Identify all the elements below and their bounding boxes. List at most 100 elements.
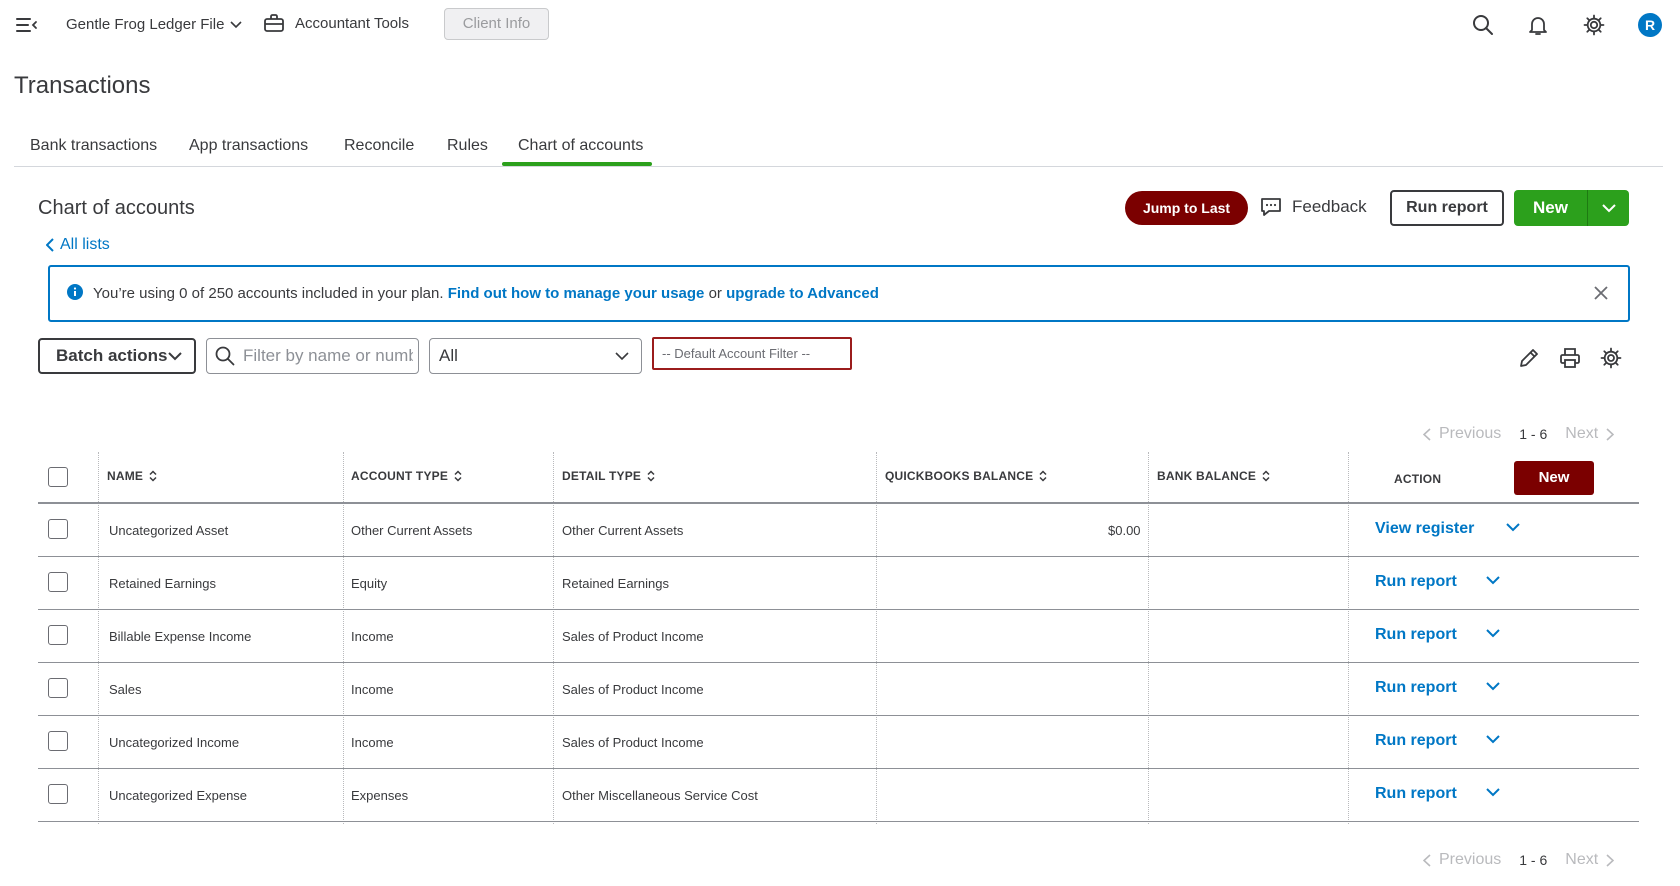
cell-account-type: Other Current Assets	[351, 523, 473, 538]
active-tab-indicator	[502, 162, 652, 166]
row-checkbox[interactable]	[48, 572, 68, 592]
all-lists-label: All lists	[60, 236, 110, 253]
table-header: NAME ACCOUNT TYPE DETAIL TYPE QUICKBOOKS…	[38, 452, 1639, 504]
cell-name: Uncategorized Expense	[109, 788, 248, 803]
tab-bar: Bank transactions App transactions Recon…	[14, 127, 1663, 167]
run-report-link[interactable]: Run report	[1375, 626, 1457, 644]
column-header-name[interactable]: NAME	[107, 469, 157, 483]
chevron-down-icon[interactable]	[1486, 629, 1500, 638]
batch-actions-dropdown[interactable]: Batch actions	[38, 338, 196, 374]
column-header-account-type[interactable]: ACCOUNT TYPE	[351, 469, 462, 483]
upgrade-advanced-link[interactable]: upgrade to Advanced	[726, 285, 879, 302]
run-report-link[interactable]: Run report	[1375, 573, 1457, 591]
previous-page-button[interactable]: Previous	[1439, 851, 1501, 869]
table-new-button[interactable]: New	[1514, 461, 1594, 495]
next-page-button[interactable]: Next	[1565, 851, 1598, 869]
column-header-qb-balance[interactable]: QUICKBOOKS BALANCE	[885, 469, 1047, 483]
run-report-link[interactable]: Run report	[1375, 732, 1457, 750]
avatar[interactable]: R	[1638, 13, 1662, 37]
briefcase-icon	[263, 13, 285, 33]
filter-name-input[interactable]	[243, 346, 413, 366]
jump-to-last-button[interactable]: Jump to Last	[1125, 191, 1248, 225]
cell-name: Uncategorized Asset	[109, 523, 229, 538]
run-report-link[interactable]: Run report	[1375, 679, 1457, 697]
table-row: Uncategorized Income Income Sales of Pro…	[38, 716, 1639, 769]
company-name: Gentle Frog Ledger File	[66, 16, 225, 33]
row-checkbox[interactable]	[48, 784, 68, 804]
next-page-button[interactable]: Next	[1565, 425, 1598, 443]
section-title: Chart of accounts	[38, 197, 195, 219]
print-icon[interactable]	[1557, 345, 1583, 371]
previous-page-button[interactable]: Previous	[1439, 425, 1501, 443]
cell-detail-type: Sales of Product Income	[562, 682, 704, 697]
manage-usage-link[interactable]: Find out how to manage your usage	[448, 285, 705, 302]
column-header-qb-balance-label: QUICKBOOKS BALANCE	[885, 469, 1034, 483]
new-button[interactable]: New	[1514, 190, 1587, 226]
menu-toggle-icon[interactable]	[16, 16, 38, 34]
chevron-right-icon	[1606, 853, 1615, 867]
cell-account-type: Expenses	[351, 788, 409, 803]
company-switcher[interactable]: Gentle Frog Ledger File	[66, 16, 242, 33]
cell-detail-type: Sales of Product Income	[562, 629, 704, 644]
run-report-link[interactable]: Run report	[1375, 785, 1457, 803]
all-lists-link[interactable]: All lists	[46, 236, 110, 254]
default-account-filter[interactable]: -- Default Account Filter --	[652, 337, 852, 370]
row-checkbox[interactable]	[48, 678, 68, 698]
chevron-left-icon	[46, 238, 54, 252]
new-button-group: New	[1514, 190, 1629, 226]
client-info-button[interactable]: Client Info	[444, 8, 549, 40]
chevron-right-icon	[1606, 427, 1615, 441]
new-dropdown-toggle[interactable]	[1587, 190, 1629, 226]
chevron-down-icon[interactable]	[1486, 735, 1500, 744]
banner-text-before: You’re using 0 of 250 accounts included …	[93, 285, 444, 302]
tab-reconcile[interactable]: Reconcile	[344, 137, 414, 155]
column-header-detail-type[interactable]: DETAIL TYPE	[562, 469, 655, 483]
edit-pencil-icon[interactable]	[1516, 345, 1542, 371]
accountant-tools-button[interactable]: Accountant Tools	[263, 13, 409, 33]
view-register-link[interactable]: View register	[1375, 520, 1474, 538]
cell-account-type: Income	[351, 682, 394, 697]
chevron-down-icon	[615, 351, 629, 361]
cell-detail-type: Retained Earnings	[562, 576, 669, 591]
row-checkbox[interactable]	[48, 625, 68, 645]
tab-app-transactions[interactable]: App transactions	[189, 137, 308, 155]
column-header-bank-balance[interactable]: BANK BALANCE	[1157, 469, 1270, 483]
accounts-table: NAME ACCOUNT TYPE DETAIL TYPE QUICKBOOKS…	[38, 452, 1639, 824]
row-checkbox[interactable]	[48, 519, 68, 539]
table-row: Sales Income Sales of Product Income Run…	[38, 663, 1639, 716]
pagination-top: Previous 1 - 6 Next	[1423, 425, 1615, 443]
page-title: Transactions	[14, 72, 151, 99]
cell-account-type: Income	[351, 735, 394, 750]
close-icon[interactable]	[1594, 286, 1608, 300]
bell-icon[interactable]	[1525, 12, 1551, 38]
table-settings-gear-icon[interactable]	[1598, 345, 1624, 371]
table-row: Uncategorized Asset Other Current Assets…	[38, 504, 1639, 557]
gear-icon[interactable]	[1581, 12, 1607, 38]
feedback-button[interactable]: Feedback	[1260, 196, 1367, 218]
tab-chart-of-accounts[interactable]: Chart of accounts	[518, 137, 643, 155]
chevron-down-icon[interactable]	[1506, 523, 1520, 532]
table-row: Retained Earnings Equity Retained Earnin…	[38, 557, 1639, 610]
banner-message: You’re using 0 of 250 accounts included …	[93, 285, 879, 302]
usage-info-banner: You’re using 0 of 250 accounts included …	[48, 265, 1630, 322]
column-header-bank-balance-label: BANK BALANCE	[1157, 469, 1257, 483]
search-icon[interactable]	[1470, 12, 1496, 38]
page-range: 1 - 6	[1519, 426, 1548, 442]
select-all-checkbox[interactable]	[48, 467, 68, 487]
page-range: 1 - 6	[1519, 852, 1548, 868]
table-row: Billable Expense Income Income Sales of …	[38, 610, 1639, 663]
tab-bank-transactions[interactable]: Bank transactions	[30, 137, 157, 155]
search-field	[206, 338, 419, 374]
sort-icon	[1039, 470, 1047, 482]
account-type-select[interactable]: All	[429, 338, 642, 374]
tab-rules[interactable]: Rules	[447, 137, 488, 155]
chevron-down-icon[interactable]	[1486, 576, 1500, 585]
search-icon	[215, 346, 235, 366]
sort-icon	[454, 470, 462, 482]
run-report-button[interactable]: Run report	[1390, 190, 1504, 226]
cell-name: Retained Earnings	[109, 576, 216, 591]
chevron-down-icon[interactable]	[1486, 788, 1500, 797]
batch-actions-label: Batch actions	[56, 346, 168, 365]
chevron-down-icon[interactable]	[1486, 682, 1500, 691]
row-checkbox[interactable]	[48, 731, 68, 751]
